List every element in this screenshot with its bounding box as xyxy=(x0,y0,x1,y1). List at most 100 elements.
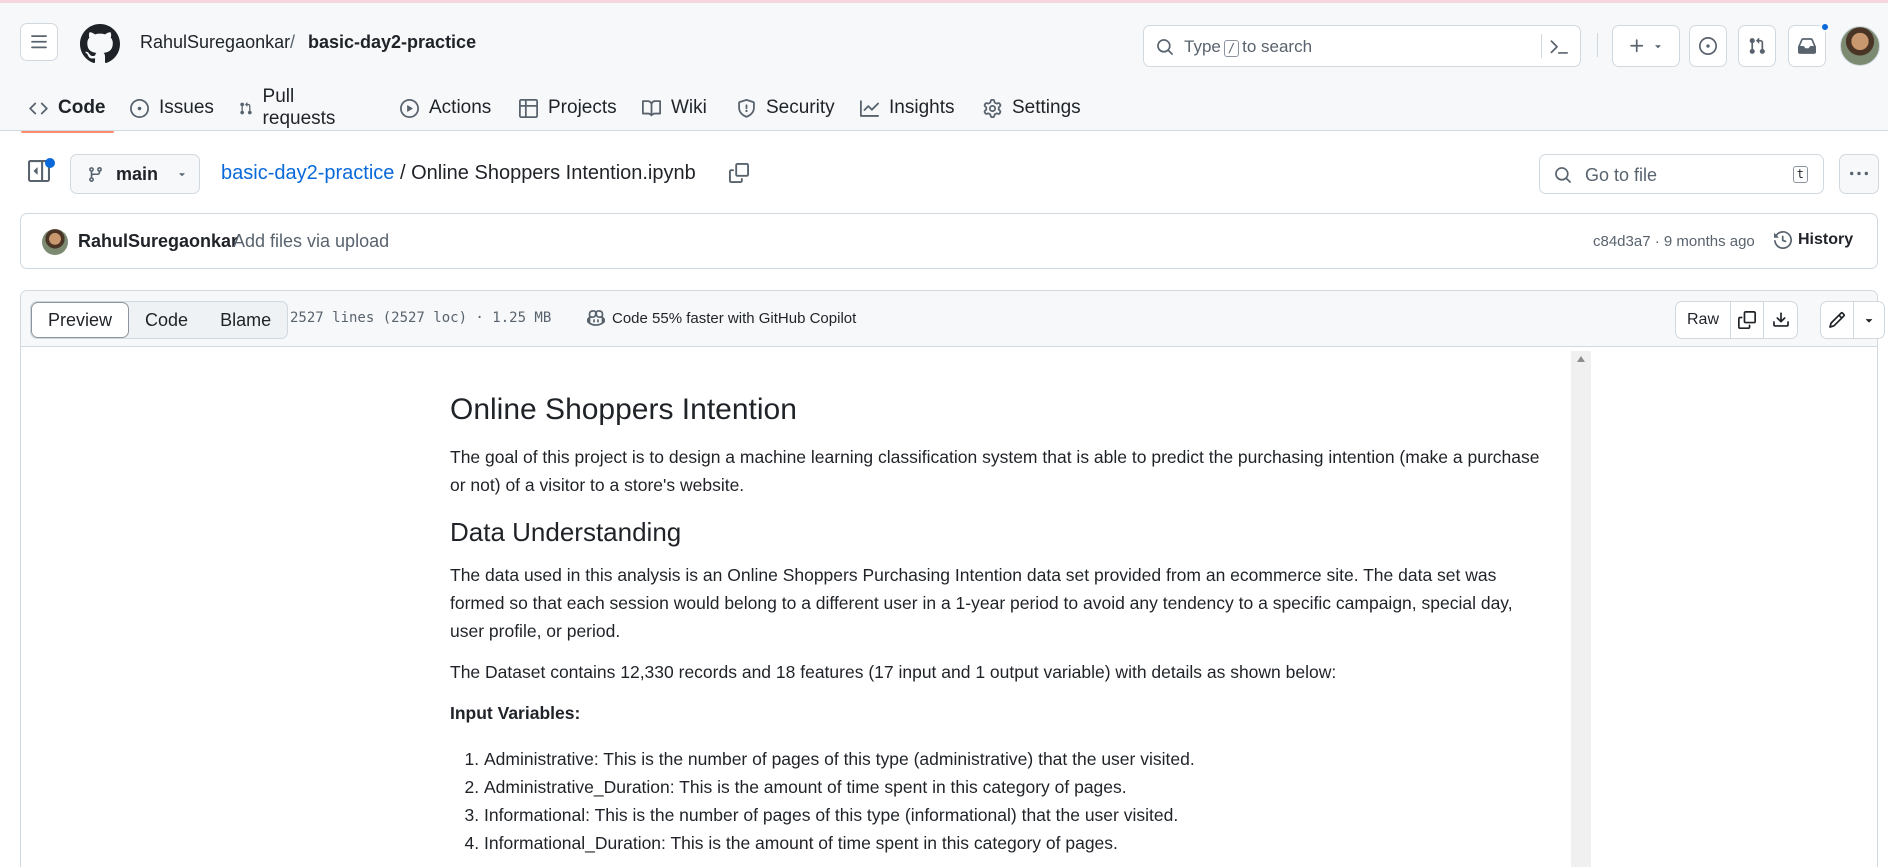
pull-request-icon xyxy=(240,101,252,114)
list-item: Informational: This is the number of pag… xyxy=(484,801,1540,829)
search-icon xyxy=(1555,167,1571,183)
code-view-tab[interactable]: Code xyxy=(129,302,204,338)
commit-message[interactable]: Add files via upload xyxy=(233,231,389,252)
issues-button[interactable] xyxy=(1689,25,1727,67)
tab-projects[interactable]: Projects xyxy=(519,83,617,133)
tab-actions[interactable]: Actions xyxy=(400,83,491,133)
git-pull-request-icon xyxy=(1749,37,1765,54)
go-to-file-shortcut: t xyxy=(1792,166,1808,183)
owner-link[interactable]: RahulSuregaonkar xyxy=(140,32,290,53)
pull-requests-button[interactable] xyxy=(1738,25,1776,67)
input-variables-heading: Input Variables: xyxy=(450,703,581,723)
input-variables-list: Administrative: This is the number of pa… xyxy=(484,745,1540,857)
triangle-down-icon xyxy=(179,173,185,177)
history-icon xyxy=(1774,231,1792,249)
file-path-row: main basic-day2-practice / Online Shoppe… xyxy=(0,148,1888,198)
notification-dot xyxy=(1820,22,1830,32)
go-to-file-input[interactable]: Go to file t xyxy=(1539,154,1824,194)
kebab-horizontal-icon xyxy=(1850,171,1868,176)
tab-wiki[interactable]: Wiki xyxy=(642,83,707,133)
tab-security[interactable]: Security xyxy=(737,83,835,133)
table-icon xyxy=(519,98,538,118)
gear-icon xyxy=(983,98,1002,118)
inbox-icon xyxy=(1798,38,1816,54)
search-input[interactable]: Type / to search xyxy=(1143,25,1581,67)
commit-hash-time[interactable]: c84d3a7 · 9 months ago xyxy=(1593,233,1755,250)
tab-pull-requests[interactable]: Pull requests xyxy=(239,83,341,133)
list-item: Informational_Duration: This is the amou… xyxy=(484,829,1540,857)
search-icon xyxy=(1157,39,1173,55)
copilot-icon xyxy=(587,310,605,326)
edit-button[interactable] xyxy=(1821,302,1854,338)
git-branch-icon xyxy=(89,166,102,182)
triangle-down-icon xyxy=(1865,319,1873,323)
repo-link[interactable]: basic-day2-practice xyxy=(308,32,476,53)
commit-author[interactable]: RahulSuregaonkar xyxy=(78,231,238,252)
create-new-button[interactable] xyxy=(1612,25,1680,67)
command-palette-icon[interactable] xyxy=(1549,38,1569,56)
graph-icon xyxy=(860,99,879,117)
file-breadcrumb: basic-day2-practice / Online Shoppers In… xyxy=(221,162,696,185)
edit-dropdown-button[interactable] xyxy=(1854,302,1884,338)
notebook-scrollbar[interactable] xyxy=(1571,351,1591,867)
book-icon xyxy=(642,99,661,116)
avatar[interactable] xyxy=(1840,26,1880,66)
branch-selector[interactable]: main xyxy=(70,154,200,194)
search-placeholder: Type / to search xyxy=(1184,37,1313,57)
play-icon xyxy=(400,98,419,118)
code-icon xyxy=(29,102,48,114)
blame-tab[interactable]: Blame xyxy=(204,302,287,338)
section-heading: Data Understanding xyxy=(450,517,682,547)
list-item: Administrative_Duration: This is the amo… xyxy=(484,773,1540,801)
edit-actions-group xyxy=(1820,301,1885,339)
go-to-file-placeholder: Go to file xyxy=(1585,165,1658,185)
raw-actions-group: Raw xyxy=(1675,301,1799,339)
issue-icon xyxy=(130,98,149,118)
more-options-button[interactable] xyxy=(1839,154,1879,194)
notebook-preview: Online Shoppers Intention The goal of th… xyxy=(450,391,1540,857)
triangle-down-icon xyxy=(1655,45,1661,49)
data-paragraph: The data used in this analysis is an Onl… xyxy=(450,565,1513,641)
copy-raw-button[interactable] xyxy=(1731,302,1765,338)
file-viewer: Preview Code Blame 2527 lines (2527 loc)… xyxy=(20,290,1885,867)
view-switcher: Preview Code Blame xyxy=(30,301,289,339)
shield-icon xyxy=(738,98,755,118)
branch-name: main xyxy=(116,163,159,184)
file-stats: 2527 lines (2527 loc) · 1.25 MB xyxy=(290,310,552,326)
sidebar-toggle-button[interactable] xyxy=(28,158,55,186)
copilot-promo[interactable]: Code 55% faster with GitHub Copilot xyxy=(586,309,856,327)
scroll-up-arrow-icon[interactable] xyxy=(1576,355,1586,363)
download-button[interactable] xyxy=(1764,302,1797,338)
path-separator: / xyxy=(399,162,406,184)
notebook-title: Online Shoppers Intention xyxy=(450,393,797,426)
commit-author-avatar[interactable] xyxy=(42,229,68,255)
raw-button[interactable]: Raw xyxy=(1676,302,1732,338)
inbox-button[interactable] xyxy=(1788,25,1826,67)
tab-code[interactable]: Code xyxy=(21,83,113,133)
header-divider xyxy=(1597,33,1598,57)
search-divider xyxy=(1541,34,1542,58)
latest-commit-bar: RahulSuregaonkar Add files via upload c8… xyxy=(20,213,1878,269)
file-name: Online Shoppers Intention.ipynb xyxy=(411,162,696,184)
intro-paragraph: The goal of this project is to design a … xyxy=(450,447,1540,495)
history-button[interactable]: History xyxy=(1774,231,1853,249)
plus-icon xyxy=(1630,39,1644,53)
list-item: Administrative: This is the number of pa… xyxy=(484,745,1540,773)
github-logo-icon[interactable] xyxy=(80,24,120,64)
tab-settings[interactable]: Settings xyxy=(983,83,1081,133)
tab-insights[interactable]: Insights xyxy=(860,83,954,133)
file-header: Preview Code Blame 2527 lines (2527 loc)… xyxy=(21,291,1885,347)
tab-issues[interactable]: Issues xyxy=(130,83,214,133)
menu-button[interactable] xyxy=(20,23,58,61)
copy-icon xyxy=(1738,311,1757,329)
copy-path-icon[interactable] xyxy=(729,163,749,183)
pencil-icon xyxy=(1829,312,1845,328)
download-icon xyxy=(1772,312,1789,327)
dataset-paragraph: The Dataset contains 12,330 records and … xyxy=(450,662,1337,682)
global-header: RahulSuregaonkar / basic-day2-practice T… xyxy=(0,3,1888,133)
issue-opened-icon xyxy=(1699,37,1717,55)
preview-tab[interactable]: Preview xyxy=(31,302,130,338)
breadcrumb-separator: / xyxy=(290,32,296,52)
repo-breadcrumb-link[interactable]: basic-day2-practice xyxy=(221,162,394,184)
hamburger-icon xyxy=(31,35,47,49)
